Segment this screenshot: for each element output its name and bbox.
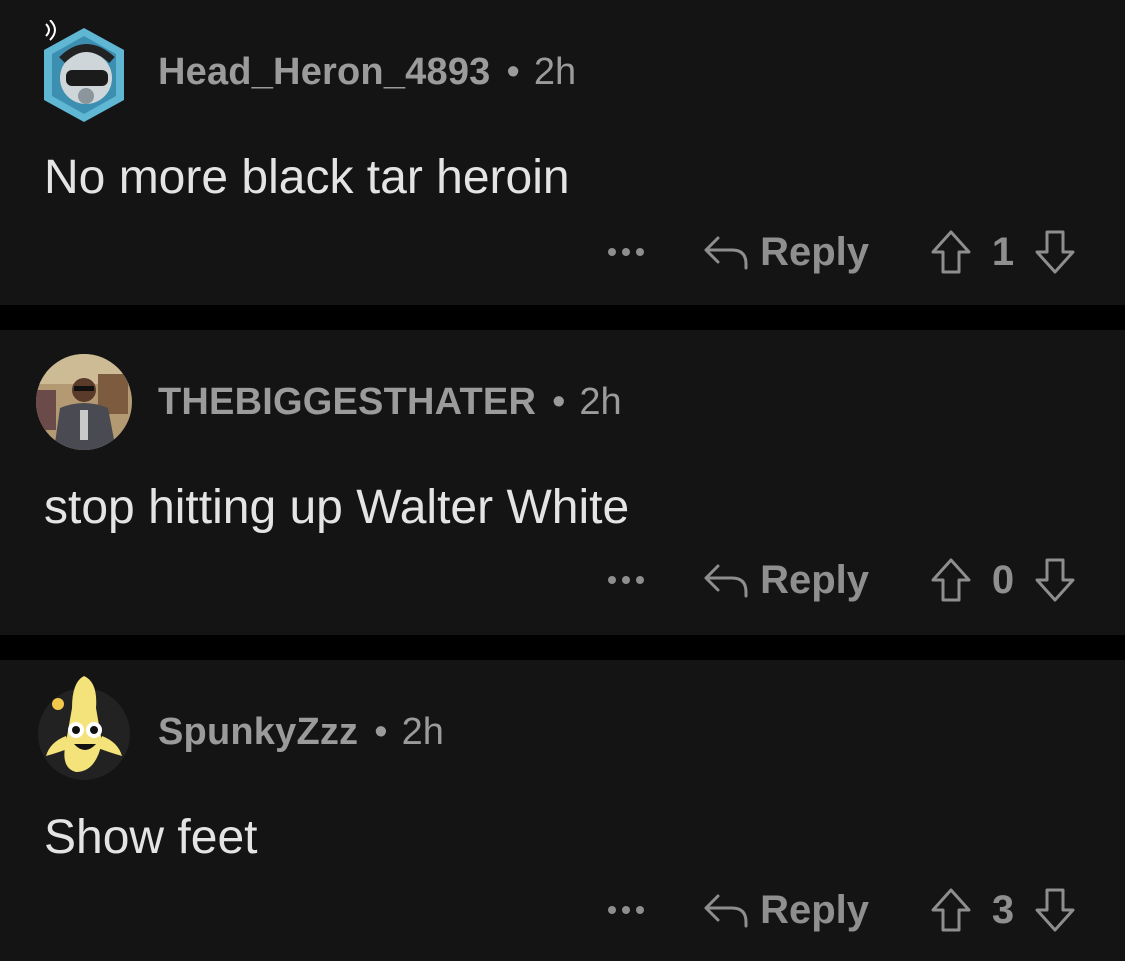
upvote-button[interactable] (929, 556, 973, 604)
comment-meta: THEBIGGESTHATER • 2h (158, 374, 622, 430)
downvote-button[interactable] (1033, 886, 1077, 934)
reply-label: Reply (760, 887, 869, 932)
more-options-button[interactable] (606, 232, 666, 272)
comment-card: THEBIGGESTHATER • 2h stop hitting up Wal… (0, 330, 1125, 635)
upvote-arrow-icon (931, 888, 971, 932)
comment-meta: SpunkyZzz • 2h (158, 704, 444, 760)
more-options-button[interactable] (606, 560, 666, 600)
downvote-button[interactable] (1033, 228, 1077, 276)
timestamp: 2h (579, 380, 622, 423)
reply-arrow-icon (704, 564, 748, 598)
upvote-button[interactable] (929, 886, 973, 934)
comment-card: Head_Heron_4893 • 2h No more black tar h… (0, 0, 1125, 305)
comment-text: No more black tar heroin (44, 151, 570, 204)
downvote-arrow-icon (1035, 558, 1075, 602)
avatar[interactable] (36, 672, 132, 780)
banana-avatar-icon (38, 676, 130, 780)
comment-meta: Head_Heron_4893 • 2h (158, 44, 576, 100)
more-options-icon (608, 906, 645, 914)
timestamp: 2h (401, 710, 444, 753)
more-options-icon (608, 576, 645, 584)
comment-card: SpunkyZzz • 2h Show feet Reply 3 (0, 660, 1125, 961)
reply-arrow-icon (704, 236, 748, 270)
comment-actions: Reply 1 (606, 222, 1077, 282)
comment-text: Show feet (44, 811, 258, 864)
comment-actions: Reply 0 (606, 550, 1077, 610)
more-options-icon (608, 248, 645, 256)
downvote-button[interactable] (1033, 556, 1077, 604)
comment-text: stop hitting up Walter White (44, 481, 630, 534)
reply-arrow-icon (704, 894, 748, 928)
photo-avatar-icon (36, 354, 132, 450)
vote-count: 1 (991, 229, 1015, 274)
separator-dot: • (374, 710, 388, 753)
reply-label: Reply (760, 229, 869, 274)
vote-controls: 3 (929, 886, 1077, 934)
more-options-button[interactable] (606, 890, 666, 930)
separator-dot: • (552, 380, 566, 423)
username[interactable]: Head_Heron_4893 (158, 51, 491, 94)
upvote-arrow-icon (931, 558, 971, 602)
reply-label: Reply (760, 557, 869, 602)
upvote-button[interactable] (929, 228, 973, 276)
downvote-arrow-icon (1035, 888, 1075, 932)
avatar[interactable] (36, 354, 132, 450)
username[interactable]: THEBIGGESTHATER (158, 381, 536, 424)
vote-controls: 0 (929, 556, 1077, 604)
downvote-arrow-icon (1035, 230, 1075, 274)
reply-button[interactable]: Reply (702, 230, 869, 275)
vote-count: 3 (991, 887, 1015, 932)
vote-controls: 1 (929, 228, 1077, 276)
reply-button[interactable]: Reply (702, 888, 869, 933)
comment-actions: Reply 3 (606, 880, 1077, 940)
separator-dot: • (506, 50, 520, 93)
vote-count: 0 (991, 557, 1015, 602)
username[interactable]: SpunkyZzz (158, 711, 358, 754)
timestamp: 2h (533, 50, 577, 93)
reply-button[interactable]: Reply (702, 558, 869, 603)
snoo-helmet-avatar-icon (44, 19, 124, 122)
upvote-arrow-icon (931, 230, 971, 274)
avatar[interactable] (36, 19, 132, 122)
